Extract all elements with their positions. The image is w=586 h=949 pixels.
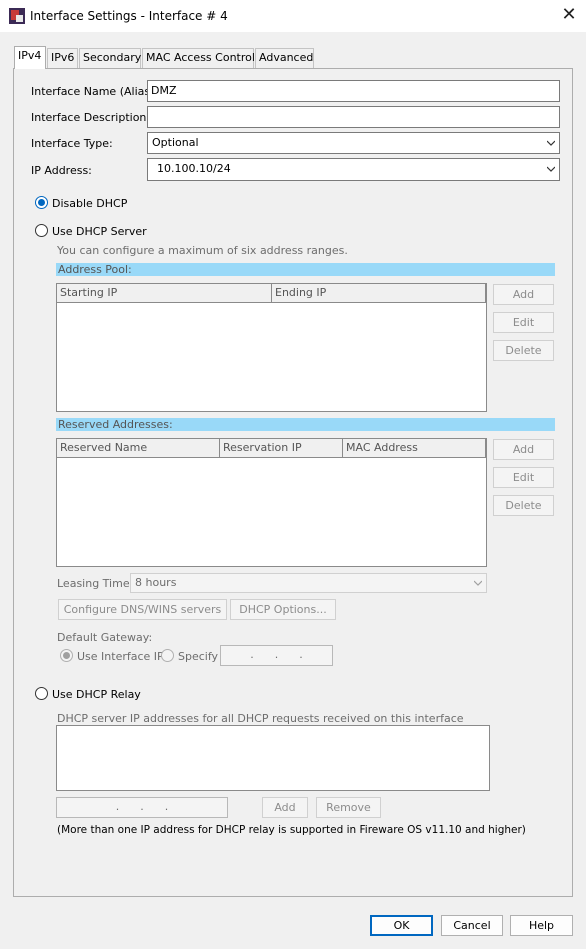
pool-edit-button[interactable]: Edit — [493, 312, 554, 333]
tab-ipv6[interactable]: IPv6 — [47, 48, 78, 68]
chevron-down-icon — [547, 166, 555, 172]
ip-address-label: IP Address: — [31, 164, 92, 177]
reserved-addresses-header: Reserved Addresses: — [56, 418, 555, 431]
pool-add-button[interactable]: Add — [493, 284, 554, 305]
relay-ip-field[interactable]: . . . — [56, 797, 228, 818]
leasing-time-label: Leasing Time — [57, 577, 130, 590]
tab-secondary[interactable]: Secondary — [79, 48, 141, 68]
tab-ipv4[interactable]: IPv4 — [14, 46, 46, 69]
interface-description-field[interactable] — [147, 106, 560, 128]
cancel-button[interactable]: Cancel — [441, 915, 503, 936]
reserved-delete-button[interactable]: Delete — [493, 495, 554, 516]
column-ending-ip: Ending IP — [272, 284, 486, 303]
interface-description-label: Interface Description: — [31, 111, 151, 124]
use-interface-ip-radio[interactable] — [60, 649, 73, 662]
column-reserved-name: Reserved Name — [57, 439, 220, 458]
tab-mac-access-control[interactable]: MAC Access Control — [142, 48, 255, 68]
app-icon — [9, 8, 25, 24]
interface-name-field[interactable]: DMZ — [147, 80, 560, 102]
configure-dns-wins-button[interactable]: Configure DNS/WINS servers — [58, 599, 227, 620]
use-dhcp-relay-label: Use DHCP Relay — [52, 688, 141, 701]
ok-button[interactable]: OK — [370, 915, 433, 936]
interface-type-value: Optional — [152, 136, 199, 149]
reserved-edit-button[interactable]: Edit — [493, 467, 554, 488]
column-starting-ip: Starting IP — [57, 284, 272, 303]
interface-type-label: Interface Type: — [31, 137, 113, 150]
address-pool-table[interactable]: Starting IP Ending IP — [56, 283, 487, 412]
leasing-time-select[interactable]: 8 hours — [130, 573, 487, 593]
specify-gateway-radio[interactable] — [161, 649, 174, 662]
default-gateway-label: Default Gateway: — [57, 631, 153, 644]
relay-add-button[interactable]: Add — [262, 797, 308, 818]
use-dhcp-server-radio[interactable] — [35, 224, 48, 237]
gateway-ip-field[interactable]: . . . — [220, 645, 333, 666]
reserved-add-button[interactable]: Add — [493, 439, 554, 460]
reserved-addresses-table[interactable]: Reserved Name Reservation IP MAC Address — [56, 438, 487, 567]
chevron-down-icon — [474, 580, 482, 586]
ip-address-value: 10.100.10/24 — [157, 162, 231, 175]
disable-dhcp-label: Disable DHCP — [52, 197, 128, 210]
relay-server-list[interactable] — [56, 725, 490, 791]
disable-dhcp-radio[interactable] — [35, 196, 48, 209]
relay-remove-button[interactable]: Remove — [316, 797, 381, 818]
help-button[interactable]: Help — [510, 915, 573, 936]
tab-strip: IPv4 IPv6 Secondary MAC Access Control A… — [14, 46, 574, 69]
relay-note: DHCP server IP addresses for all DHCP re… — [57, 712, 464, 725]
column-mac-address: MAC Address — [343, 439, 486, 458]
window-title: Interface Settings - Interface # 4 — [30, 9, 228, 23]
interface-name-label: Interface Name (Alias): — [31, 85, 159, 98]
address-pool-table-header: Starting IP Ending IP — [57, 284, 486, 303]
title-bar: Interface Settings - Interface # 4 ✕ — [0, 0, 586, 32]
pool-delete-button[interactable]: Delete — [493, 340, 554, 361]
specify-gateway-label: Specify — [178, 650, 219, 663]
use-dhcp-relay-radio[interactable] — [35, 687, 48, 700]
ip-address-combo[interactable]: 10.100.10/24 — [147, 158, 560, 181]
reserved-addresses-table-header: Reserved Name Reservation IP MAC Address — [57, 439, 486, 458]
address-pool-header: Address Pool: — [56, 263, 555, 276]
dhcp-options-button[interactable]: DHCP Options... — [230, 599, 336, 620]
interface-type-select[interactable]: Optional — [147, 132, 560, 154]
relay-footnote: (More than one IP address for DHCP relay… — [57, 824, 526, 836]
close-icon[interactable]: ✕ — [556, 4, 582, 28]
column-reservation-ip: Reservation IP — [220, 439, 343, 458]
tab-advanced[interactable]: Advanced — [255, 48, 314, 68]
leasing-time-value: 8 hours — [135, 576, 177, 589]
chevron-down-icon — [547, 140, 555, 146]
use-interface-ip-label: Use Interface IP — [77, 650, 164, 663]
address-range-note: You can configure a maximum of six addre… — [57, 244, 348, 257]
use-dhcp-server-label: Use DHCP Server — [52, 225, 147, 238]
